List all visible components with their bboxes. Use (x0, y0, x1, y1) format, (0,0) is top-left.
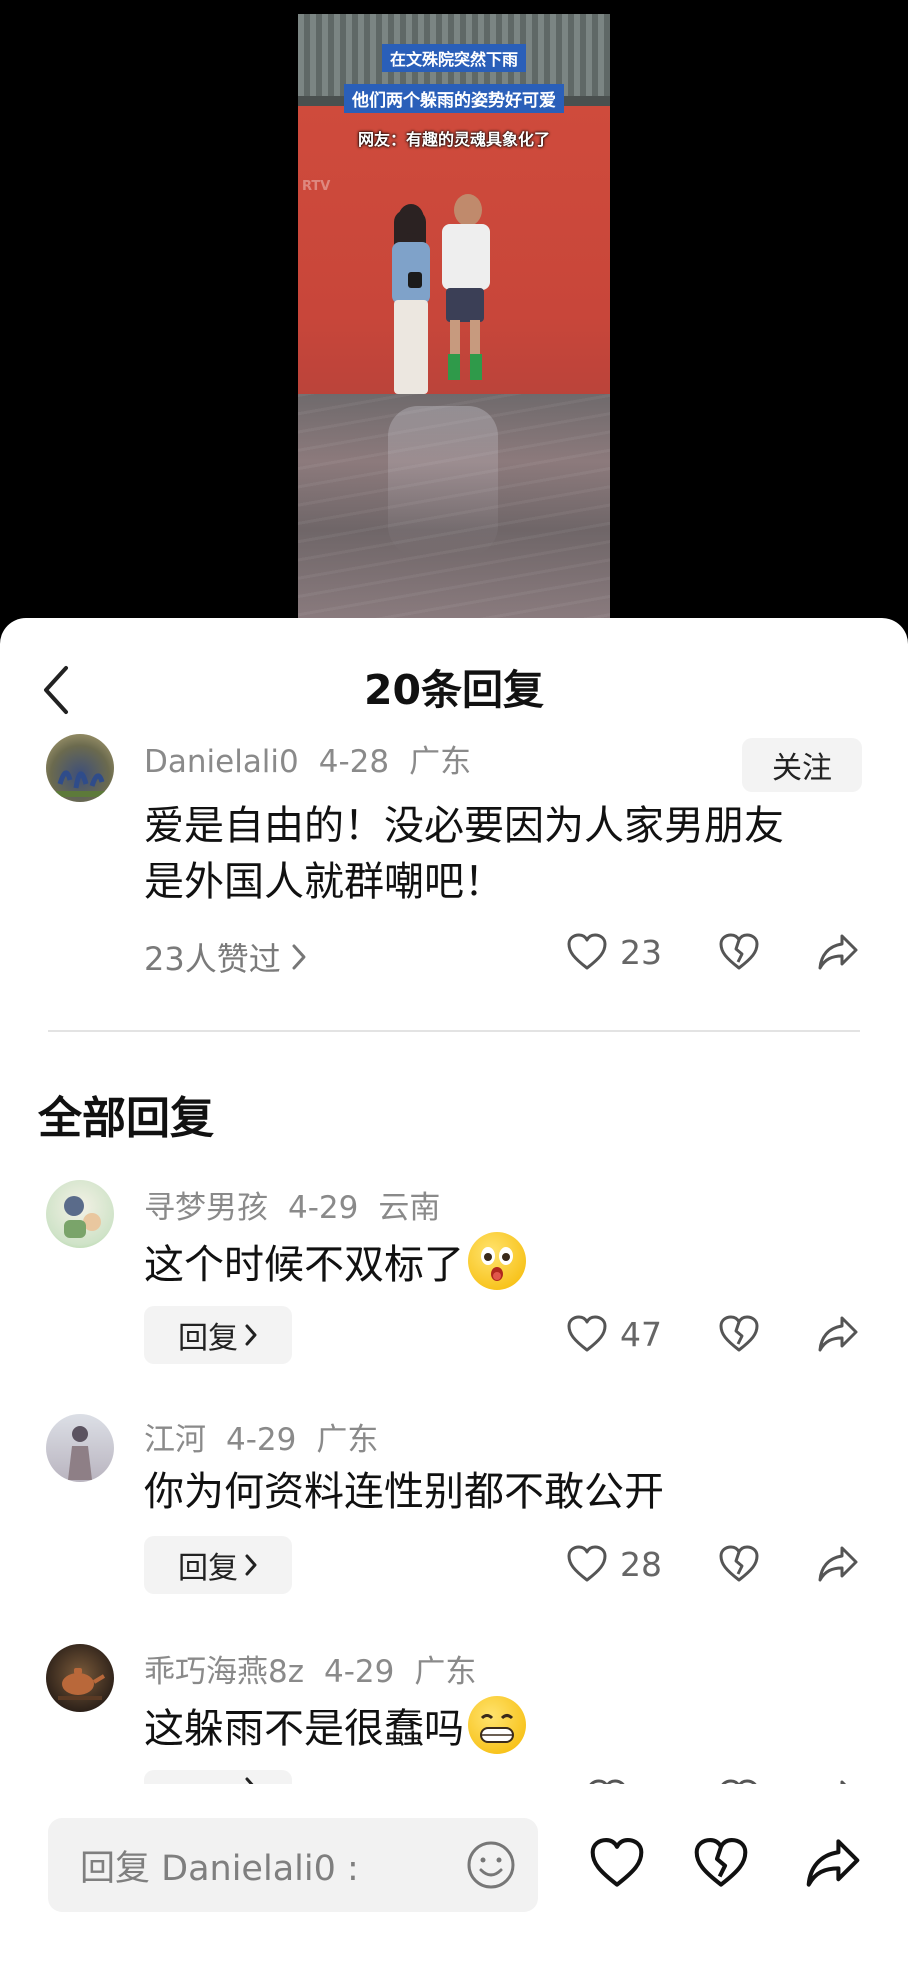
comment-date: 4-29 (226, 1422, 297, 1458)
dislike-button[interactable] (718, 1314, 760, 1354)
broken-heart-icon (719, 933, 759, 970)
broken-heart-icon (694, 1838, 748, 1887)
like-button[interactable] (582, 1828, 652, 1898)
heart-outline-icon (590, 1838, 644, 1887)
video-reflection (388, 406, 498, 556)
divider (48, 1030, 860, 1032)
comment-text-content: 这个时候不双标了 (144, 1242, 464, 1288)
dislike-button[interactable] (718, 1544, 760, 1584)
like-count: 47 (620, 1314, 662, 1354)
heart-outline-icon (567, 1315, 607, 1352)
avatar[interactable] (46, 1180, 114, 1248)
share-button[interactable] (816, 1544, 860, 1584)
likes-list-link[interactable]: 23人赞过 (144, 934, 307, 980)
chevron-right-icon (245, 1324, 257, 1346)
comment-text: 爱是自由的！没必要因为人家男朋友 是外国人就群嘲吧！ (144, 798, 784, 910)
video-man-sock (470, 354, 482, 380)
video-man-sock (448, 354, 460, 380)
like-button[interactable]: 23 (566, 932, 662, 972)
comment-location: 广东 (409, 744, 472, 780)
comment-location: 广东 (414, 1654, 477, 1690)
video-woman-pants (394, 300, 428, 394)
broken-heart-icon (719, 1545, 759, 1582)
video-player[interactable]: RTV 在文殊院突然下雨 他们两个躲雨的姿势好可爱 网友：有趣的灵魂具象化了 (0, 0, 908, 640)
sheet-header: 20条回复 (0, 618, 908, 738)
share-arrow-icon (818, 1546, 858, 1582)
avatar-illustration (64, 1196, 101, 1238)
reply-button[interactable]: 回复 (144, 1536, 292, 1594)
comment-meta: Danielali0 4-28 广东 (144, 736, 491, 781)
like-button[interactable]: 28 (566, 1544, 662, 1584)
avatar-iris-painting (56, 770, 106, 797)
share-button[interactable] (798, 1828, 868, 1898)
share-arrow-icon (818, 1316, 858, 1352)
smiley-icon[interactable] (464, 1838, 518, 1892)
share-arrow-icon (806, 1839, 860, 1887)
avatar-figure (68, 1426, 92, 1480)
heart-outline-icon (567, 933, 607, 970)
comment-date: 4-28 (318, 744, 390, 780)
comment-text-line: 爱是自由的！没必要因为人家男朋友 (144, 803, 784, 849)
heart-outline-icon (567, 1545, 607, 1582)
avatar[interactable] (46, 734, 114, 802)
section-title: 全部回复 (38, 1093, 214, 1144)
page-title: 20条回复 (363, 666, 545, 714)
reply-input-placeholder: 回复 Danielali0 : (80, 1848, 359, 1889)
grinning-face-emoji-icon (468, 1696, 526, 1754)
comment-meta: 江河 4-29 广东 (144, 1414, 398, 1459)
bottom-bar: 回复 Danielali0 : (0, 1784, 908, 1962)
reply-label: 回复 (178, 1551, 238, 1586)
teapot-icon (58, 1668, 106, 1700)
video-man-shirt (442, 224, 490, 290)
share-button[interactable] (816, 932, 860, 972)
comment-meta: 寻梦男孩 4-29 云南 (144, 1182, 460, 1227)
comment-text-content: 这躲雨不是很蠢吗 (144, 1706, 464, 1752)
reply-label: 回复 (178, 1321, 238, 1356)
video-woman-bag (408, 272, 422, 288)
chevron-right-icon (292, 944, 306, 970)
avatar[interactable] (46, 1414, 114, 1482)
comment-location: 云南 (378, 1190, 441, 1226)
likes-list-label: 23人赞过 (144, 940, 281, 978)
like-button[interactable]: 47 (566, 1314, 662, 1354)
video-caption: 他们两个躲雨的姿势好可爱 (344, 84, 564, 113)
comment-actions: 23 (566, 932, 662, 972)
video-watermark: RTV (302, 179, 331, 194)
username[interactable]: 乖巧海燕8z (144, 1654, 304, 1690)
comment-location: 广东 (316, 1422, 379, 1458)
comment-text: 这个时候不双标了 (144, 1232, 526, 1293)
video-caption: 在文殊院突然下雨 (381, 44, 527, 72)
username[interactable]: Danielali0 (144, 744, 299, 780)
like-count: 28 (620, 1544, 662, 1584)
dislike-button[interactable] (718, 932, 760, 972)
comment-text: 你为何资料连性别都不敢公开 (144, 1469, 664, 1515)
video-man-shorts (446, 288, 484, 322)
dislike-button[interactable] (686, 1828, 756, 1898)
comment-text: 这躲雨不是很蠢吗 (144, 1696, 526, 1757)
follow-button[interactable]: 关注 (742, 738, 862, 792)
comment-meta: 乖巧海燕8z 4-29 广东 (144, 1646, 496, 1691)
video-person-man (454, 194, 482, 226)
share-arrow-icon (818, 934, 858, 970)
like-count: 23 (620, 932, 662, 972)
video-frame[interactable]: RTV 在文殊院突然下雨 他们两个躲雨的姿势好可爱 网友：有趣的灵魂具象化了 (298, 14, 610, 620)
comment-date: 4-29 (288, 1190, 359, 1226)
username[interactable]: 江河 (144, 1422, 206, 1458)
flushed-face-emoji-icon (468, 1232, 526, 1290)
comment-date: 4-29 (324, 1654, 395, 1690)
reply-input[interactable]: 回复 Danielali0 : (48, 1818, 538, 1912)
comment-text-line: 是外国人就群嘲吧！ (144, 859, 504, 905)
share-button[interactable] (816, 1314, 860, 1354)
chevron-right-icon (245, 1554, 257, 1576)
broken-heart-icon (719, 1315, 759, 1352)
username[interactable]: 寻梦男孩 (144, 1190, 268, 1226)
video-caption: 网友：有趣的灵魂具象化了 (357, 130, 551, 149)
avatar[interactable] (46, 1644, 114, 1712)
video-woman-head (398, 204, 424, 234)
reply-button[interactable]: 回复 (144, 1306, 292, 1364)
